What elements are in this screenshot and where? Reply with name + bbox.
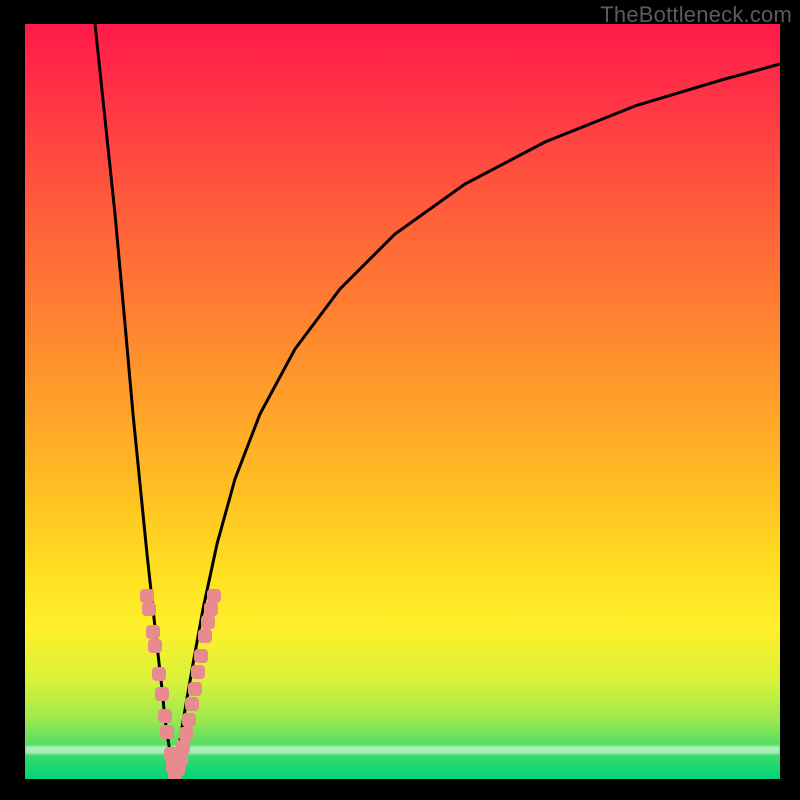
data-point-marker: [174, 752, 188, 766]
data-point-marker: [185, 697, 199, 711]
data-point-marker: [155, 687, 169, 701]
data-point-marker: [191, 665, 205, 679]
data-point-marker: [140, 589, 154, 603]
data-point-marker: [194, 649, 208, 663]
data-point-marker: [160, 725, 174, 739]
data-point-marker: [158, 709, 172, 723]
data-point-marker: [176, 740, 190, 754]
chart-stage: TheBottleneck.com: [0, 0, 800, 800]
data-point-marker: [148, 639, 162, 653]
data-point-marker: [179, 727, 193, 741]
data-point-marker: [204, 602, 218, 616]
watermark-text: TheBottleneck.com: [600, 2, 792, 28]
data-point-marker: [198, 629, 212, 643]
data-point-marker: [188, 682, 202, 696]
data-point-marker: [142, 602, 156, 616]
data-point-marker: [146, 625, 160, 639]
data-point-marker: [182, 713, 196, 727]
data-point-marker: [201, 615, 215, 629]
data-point-marker: [207, 589, 221, 603]
plot-area: [25, 24, 780, 779]
data-point-marker: [152, 667, 166, 681]
data-point-markers: [25, 24, 780, 779]
